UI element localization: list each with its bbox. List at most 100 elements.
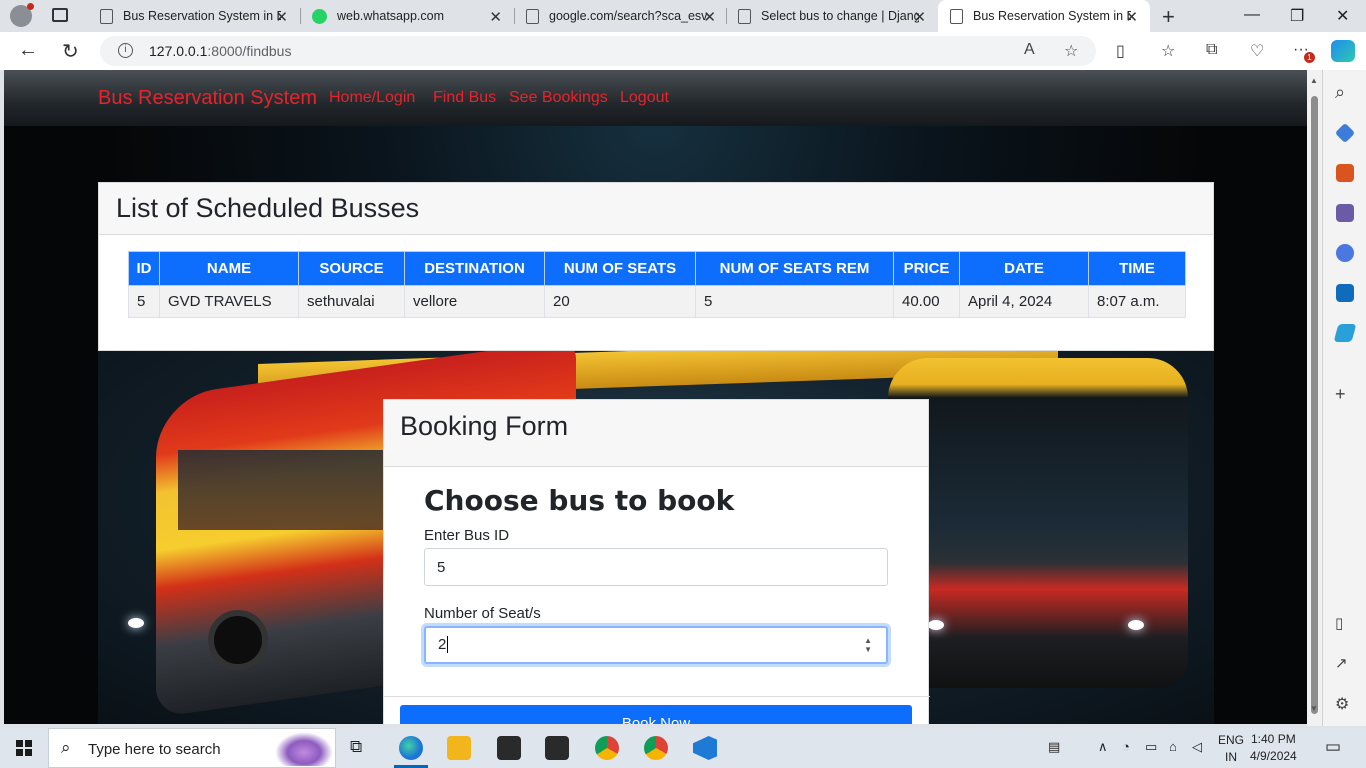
open-external-icon[interactable]: ↗ [1335,654,1348,672]
site-brand[interactable]: Bus Reservation System [98,87,317,110]
browser-tab-3[interactable]: google.com/search?sca_esv ✕ [514,0,728,32]
send-icon[interactable] [1333,324,1357,342]
favorite-star-icon[interactable]: ☆ [1064,41,1078,61]
booking-form-card: Booking Form Choose bus to book Enter Bu… [383,399,930,724]
back-icon[interactable]: ← [18,39,38,62]
tools-icon[interactable] [1336,164,1354,182]
table-row: 5 GVD TRAVELS sethuvalai vellore 20 5 40… [128,285,1186,318]
search-highlight-image [275,732,333,766]
table-header-row: ID NAME SOURCE DESTINATION NUM OF SEATS … [128,251,1186,286]
nav-logout[interactable]: Logout [620,89,669,107]
form-divider [384,696,930,697]
cell-id: 5 [128,285,160,318]
volume-icon[interactable]: ◁ [1192,739,1202,755]
column-header: DATE [959,251,1089,286]
notifications-icon[interactable]: ▭ [1325,737,1341,757]
sidebar-toggle-icon[interactable]: ▯ [1335,614,1343,632]
tab-actions-icon[interactable] [52,8,68,22]
column-header: NUM OF SEATS [544,251,696,286]
shopping-tag-icon[interactable] [1334,122,1356,144]
tab-label: Bus Reservation System in D [973,9,1131,23]
bus-list-title: List of Scheduled Busses [99,183,1213,235]
close-tab-icon[interactable]: ✕ [703,8,716,26]
read-aloud-icon[interactable]: A [1024,41,1035,59]
task-view-icon[interactable]: ⧉ [350,737,362,757]
scroll-up-icon[interactable]: ▲ [1310,76,1318,85]
nav-find-bus[interactable]: Find Bus [433,89,496,107]
column-header: NUM OF SEATS REM [695,251,894,286]
minimize-icon[interactable]: — [1244,6,1260,24]
nav-home-login[interactable]: Home/Login [329,89,415,107]
mail-icon[interactable] [545,736,569,760]
microsoft-store-icon[interactable] [497,736,521,760]
chrome-icon[interactable] [595,736,619,760]
settings-gear-icon[interactable]: ⚙ [1335,694,1349,714]
url-bar[interactable]: i 127.0.0.1:8000/findbus A ☆ [100,36,1096,66]
cell-destination: vellore [404,285,545,318]
taskbar-search-box[interactable]: ⌕ Type here to search [48,728,336,768]
headlight [928,620,944,630]
browser-essentials-icon[interactable]: ♡ [1250,41,1264,61]
network-icon[interactable]: ⌂ [1169,739,1177,754]
show-hidden-icons[interactable]: ∧ [1098,739,1108,755]
taskbar-search-placeholder: Type here to search [88,741,221,758]
copilot-icon[interactable] [1331,40,1355,62]
number-spinner-icon[interactable]: ▲ ▼ [864,636,872,654]
browser-tab-4[interactable]: Select bus to change | Djang ✕ [726,0,938,32]
chrome-profile-icon[interactable] [644,736,668,760]
url-host: 127.0.0.1 [149,43,208,59]
collections-icon[interactable]: ⧉ [1206,41,1217,59]
book-now-button[interactable]: Book Now [400,705,912,724]
tab-label: google.com/search?sca_esv [549,9,707,23]
url-text[interactable]: 127.0.0.1:8000/findbus [149,43,291,59]
battery-icon[interactable]: ▭ [1145,739,1157,755]
site-info-icon[interactable]: i [118,43,133,58]
seats-number-input[interactable]: 2 ▲ ▼ [424,626,888,664]
windows-start-icon[interactable] [16,740,32,756]
scroll-down-icon[interactable]: ▼ [1310,704,1318,713]
meet-now-icon[interactable]: ◔ [1122,739,1130,754]
column-header: PRICE [893,251,960,286]
file-explorer-icon[interactable] [447,736,471,760]
browser-tab-active[interactable]: Bus Reservation System in D ✕ [938,0,1150,32]
cell-date: April 4, 2024 [959,285,1089,318]
cell-price: 40.00 [893,285,960,318]
vscode-icon[interactable] [693,736,717,760]
search-icon: ⌕ [61,738,71,757]
taskbar-clock[interactable]: 1:40 PM 4/9/2024 [1250,731,1297,765]
close-tab-icon[interactable]: ✕ [913,8,926,26]
nav-see-bookings[interactable]: See Bookings [509,89,608,107]
favorites-icon[interactable]: ☆ [1161,41,1175,61]
text-caret [447,636,449,653]
page-icon [738,8,751,24]
headlight [1128,620,1144,630]
edge-app-icon[interactable] [399,736,423,760]
bus-id-input[interactable] [424,548,888,586]
language-code: ENG [1218,733,1245,747]
close-window-icon[interactable]: ✕ [1336,6,1349,26]
bus-id-label: Enter Bus ID [424,527,510,544]
column-header: NAME [159,251,299,286]
search-icon[interactable]: ⌕ [1335,82,1345,103]
clock-date: 4/9/2024 [1250,749,1297,763]
new-tab-icon[interactable]: + [1162,4,1175,30]
news-widget-icon[interactable]: ▤ [1048,739,1060,755]
page-scrollbar[interactable]: ▲ ▼ [1307,70,1322,726]
tab-label: Bus Reservation System in D [123,9,281,23]
scrollbar-thumb[interactable] [1311,96,1318,714]
restore-icon[interactable]: ❐ [1290,6,1304,26]
close-tab-icon[interactable]: ✕ [489,8,502,26]
browser-tab-1[interactable]: Bus Reservation System in D ✕ [88,0,300,32]
games-icon[interactable] [1336,204,1354,222]
microsoft-365-icon[interactable] [1336,244,1354,262]
browser-tab-2[interactable]: web.whatsapp.com ✕ [300,0,514,32]
profile-avatar[interactable] [10,3,34,27]
reload-icon[interactable]: ↻ [62,39,79,64]
split-screen-icon[interactable]: ▯ [1116,41,1125,61]
add-icon[interactable]: + [1335,384,1346,405]
outlook-icon[interactable] [1336,284,1354,302]
browser-tab-strip: Bus Reservation System in D ✕ web.whatsa… [0,0,1366,32]
close-tab-icon[interactable]: ✕ [275,8,288,26]
language-indicator[interactable]: ENG IN [1218,732,1244,766]
close-tab-icon[interactable]: ✕ [1125,8,1138,26]
